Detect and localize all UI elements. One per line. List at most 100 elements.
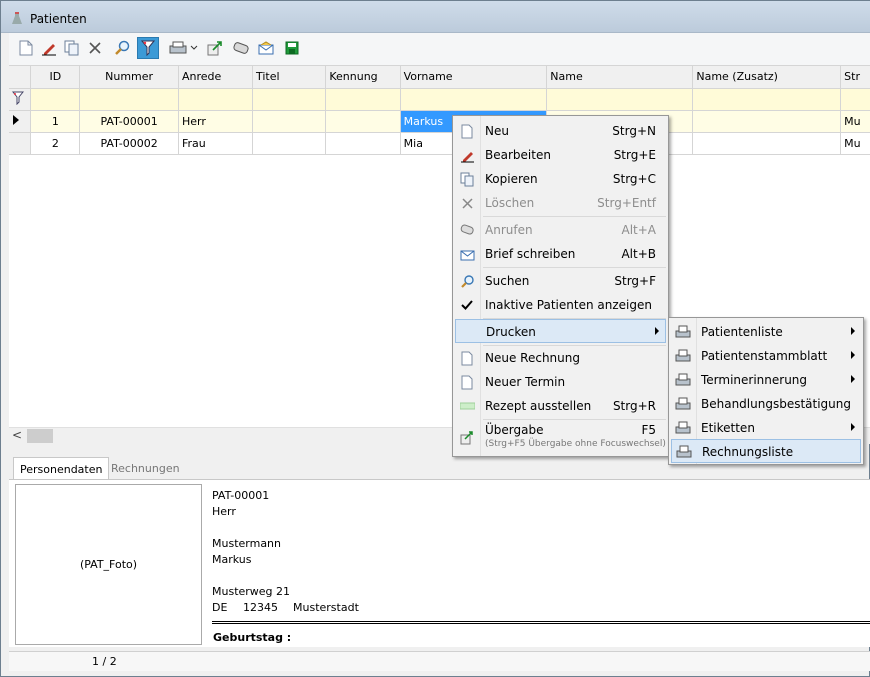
new-icon[interactable] [15, 37, 37, 59]
uebergabe-hint: (Strg+F5 Übergabe ohne Focuswechsel) [485, 439, 666, 449]
filter-row-icon [9, 88, 32, 111]
submenu-item-etiketten[interactable]: Etiketten [671, 416, 861, 440]
grid-header-row: ID Nummer Anrede Titel Kennung Vorname N… [9, 66, 870, 89]
menu-item-brief-schreiben[interactable]: Brief schreiben Alt+B [455, 242, 666, 266]
cell-strasse[interactable]: Mu [840, 110, 870, 133]
export-icon[interactable] [204, 37, 226, 59]
menu-item-rezept-ausstellen[interactable]: Rezept ausstellen Strg+R [455, 394, 666, 418]
column-header-kennung[interactable]: Kennung [325, 66, 401, 89]
filter-cell-anrede[interactable] [178, 88, 253, 111]
filter-cell-name[interactable] [546, 88, 694, 111]
filter-cell-strasse[interactable] [840, 88, 870, 111]
submenu-item-behandlungsbestaetigung[interactable]: Behandlungsbestätigung [671, 392, 861, 416]
cell-name-zusatz[interactable] [692, 132, 842, 155]
copy-icon[interactable] [61, 37, 83, 59]
cell-id[interactable]: 1 [30, 110, 81, 133]
print-icon[interactable] [167, 37, 201, 59]
cell-nummer[interactable]: PAT-00002 [79, 132, 179, 155]
menu-item-uebergabe[interactable]: Übergabe F5 (Strg+F5 Übergabe ohne Focusw… [455, 420, 666, 454]
menu-item-anrufen[interactable]: Anrufen Alt+A [455, 218, 666, 242]
submenu-arrow-icon [851, 351, 855, 359]
cell-kennung[interactable] [325, 132, 401, 155]
prescription-icon [458, 397, 476, 415]
cell-titel[interactable] [252, 110, 327, 133]
edit-icon[interactable] [38, 37, 60, 59]
filter-cell-vorname[interactable] [400, 88, 548, 111]
cell-anrede[interactable]: Frau [178, 132, 253, 155]
save-icon[interactable] [281, 37, 303, 59]
printer-icon [674, 347, 692, 365]
submenu-arrow-icon [851, 423, 855, 431]
printer-icon [674, 323, 692, 341]
table-row[interactable]: 1 PAT-00001 Herr Markus Mu Mu [9, 110, 870, 133]
submenu-item-patientenstammblatt[interactable]: Patientenstammblatt [671, 344, 861, 368]
menu-item-bearbeiten[interactable]: Bearbeiten Strg+E [455, 143, 666, 167]
document-icon [458, 349, 476, 367]
submenu-arrow-icon [655, 327, 659, 335]
submenu-item-rechnungsliste[interactable]: Rechnungsliste [671, 439, 861, 463]
table-row[interactable]: 2 PAT-00002 Frau Mia Mu [9, 132, 870, 155]
printer-icon [674, 371, 692, 389]
cell-titel[interactable] [252, 132, 327, 155]
title-bar: Patienten [1, 1, 870, 33]
cell-nummer[interactable]: PAT-00001 [79, 110, 179, 133]
detail-panel: (PAT_Foto) PAT-00001 Herr Mustermann Mar… [9, 479, 870, 647]
print-submenu: Patientenliste Patientenstammblatt Termi… [668, 317, 864, 465]
filter-cell-kennung[interactable] [325, 88, 401, 111]
mail-icon[interactable] [255, 37, 277, 59]
filter-cell-nummer[interactable] [79, 88, 179, 111]
menu-item-suchen[interactable]: Suchen Strg+F [455, 269, 666, 293]
edit-icon [458, 146, 476, 164]
patient-street: Musterweg 21 [212, 585, 291, 598]
filter-cell-name-zusatz[interactable] [692, 88, 842, 111]
column-header-id[interactable]: ID [30, 66, 81, 89]
column-header-name-zusatz[interactable]: Name (Zusatz) [692, 66, 842, 89]
checkmark-icon [458, 296, 476, 314]
filter-cell-id[interactable] [30, 88, 81, 111]
current-row-indicator [9, 110, 32, 133]
submenu-arrow-icon [851, 375, 855, 383]
tab-personendaten[interactable]: Personendaten [13, 457, 110, 479]
menu-item-neu[interactable]: Neu Strg+N [455, 119, 666, 143]
cell-name-zusatz[interactable] [692, 110, 842, 133]
search-icon[interactable] [111, 37, 133, 59]
column-header-vorname[interactable]: Vorname [400, 66, 548, 89]
submenu-arrow-icon [851, 327, 855, 335]
delete-icon [458, 194, 476, 212]
status-bar: 1 / 2 [9, 651, 870, 671]
column-header-anrede[interactable]: Anrede [178, 66, 253, 89]
scrollbar-thumb[interactable] [27, 429, 53, 443]
column-header-strasse[interactable]: Str [840, 66, 870, 89]
printer-icon [674, 395, 692, 413]
app-icon [12, 12, 22, 24]
cell-id[interactable]: 2 [30, 132, 81, 155]
delete-icon[interactable] [84, 37, 106, 59]
menu-item-inaktive-patienten[interactable]: Inaktive Patienten anzeigen [455, 293, 666, 317]
phone-icon[interactable] [230, 37, 252, 59]
filter-icon[interactable] [137, 37, 159, 59]
toolbar [9, 33, 870, 65]
cell-strasse[interactable]: Mu [840, 132, 870, 155]
submenu-item-terminerinnerung[interactable]: Terminerinnerung [671, 368, 861, 392]
tab-rechnungen[interactable]: Rechnungen [105, 457, 186, 479]
patient-photo: (PAT_Foto) [15, 484, 202, 645]
column-header-nummer[interactable]: Nummer [79, 66, 179, 89]
filter-row [9, 88, 870, 111]
photo-placeholder-label: (PAT_Foto) [79, 558, 138, 571]
menu-item-loeschen[interactable]: Löschen Strg+Entf [455, 191, 666, 215]
submenu-item-patientenliste[interactable]: Patientenliste [671, 320, 861, 344]
column-header-name[interactable]: Name [546, 66, 694, 89]
menu-item-neuer-termin[interactable]: Neuer Termin [455, 370, 666, 394]
scroll-left-icon[interactable]: < [12, 428, 22, 442]
record-pager: 1 / 2 [92, 655, 117, 668]
cell-anrede[interactable]: Herr [178, 110, 253, 133]
cell-kennung[interactable] [325, 110, 401, 133]
search-icon [458, 272, 476, 290]
patient-info: PAT-00001 Herr Mustermann Markus Musterw… [212, 488, 359, 616]
menu-item-kopieren[interactable]: Kopieren Strg+C [455, 167, 666, 191]
menu-item-neue-rechnung[interactable]: Neue Rechnung [455, 346, 666, 370]
column-header-titel[interactable]: Titel [252, 66, 327, 89]
menu-item-drucken[interactable]: Drucken [455, 319, 666, 343]
phone-icon [458, 221, 476, 239]
filter-cell-titel[interactable] [252, 88, 327, 111]
